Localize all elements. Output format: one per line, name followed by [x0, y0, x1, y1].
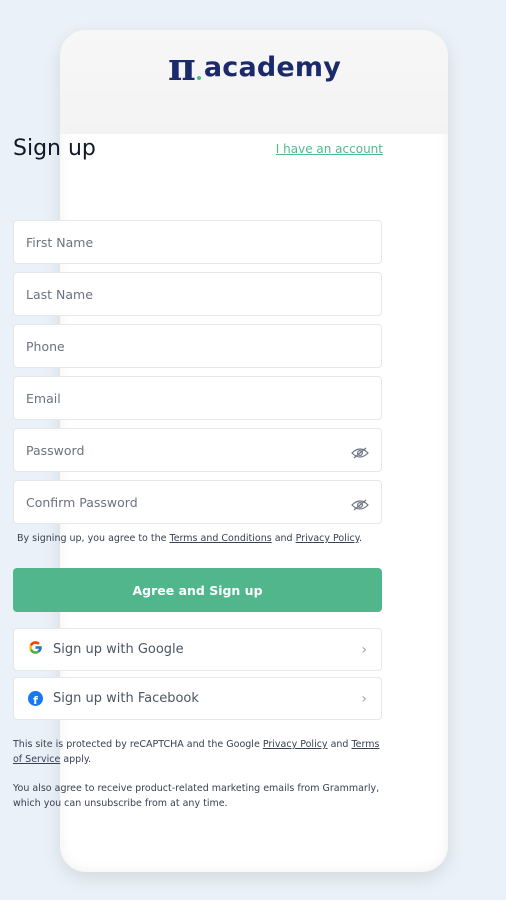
- terms-notice: By signing up, you agree to the Terms an…: [17, 533, 363, 544]
- google-button-label: Sign up with Google: [53, 642, 184, 657]
- privacy-link[interactable]: Privacy Policy: [296, 533, 359, 544]
- header: π academy: [60, 30, 448, 134]
- facebook-sign-up-button[interactable]: f Sign up with Facebook ›: [13, 677, 382, 720]
- google-privacy-link[interactable]: Privacy Policy: [263, 739, 328, 750]
- agree-sign-up-button[interactable]: Agree and Sign up: [13, 568, 382, 612]
- marketing-notice: You also agree to receive product-relate…: [13, 783, 380, 809]
- first-name-placeholder: First Name: [26, 234, 94, 250]
- have-account-link[interactable]: I have an account: [276, 142, 383, 156]
- eye-off-icon[interactable]: [351, 444, 369, 459]
- email-placeholder: Email: [26, 390, 61, 406]
- brand-name: academy: [203, 51, 342, 83]
- confirm-password-placeholder: Confirm Password: [26, 494, 138, 510]
- google-icon: [28, 640, 43, 659]
- last-name-field[interactable]: Last Name: [13, 272, 382, 316]
- phone-field[interactable]: Phone: [13, 324, 382, 368]
- confirm-password-field[interactable]: Confirm Password: [13, 480, 382, 524]
- eye-off-icon[interactable]: [351, 496, 369, 511]
- title-row: Sign up I have an account: [13, 136, 383, 161]
- terms-link[interactable]: Terms and Conditions: [170, 533, 272, 544]
- google-sign-up-button[interactable]: Sign up with Google ›: [13, 628, 382, 671]
- email-field[interactable]: Email: [13, 376, 382, 420]
- first-name-field[interactable]: First Name: [13, 220, 382, 264]
- chevron-right-icon: ›: [361, 690, 367, 707]
- facebook-button-label: Sign up with Facebook: [53, 691, 199, 706]
- chevron-right-icon: ›: [361, 641, 367, 658]
- brand-logo: π academy: [168, 48, 341, 86]
- page-title: Sign up: [13, 136, 96, 161]
- logo-dot: [196, 76, 201, 80]
- last-name-placeholder: Last Name: [26, 286, 93, 302]
- facebook-icon: f: [28, 691, 43, 706]
- pi-logo-icon: π: [168, 44, 196, 89]
- recaptcha-notice: This site is protected by reCAPTCHA and …: [13, 739, 380, 765]
- password-field[interactable]: Password: [13, 428, 382, 472]
- phone-placeholder: Phone: [26, 338, 65, 354]
- password-placeholder: Password: [26, 442, 85, 458]
